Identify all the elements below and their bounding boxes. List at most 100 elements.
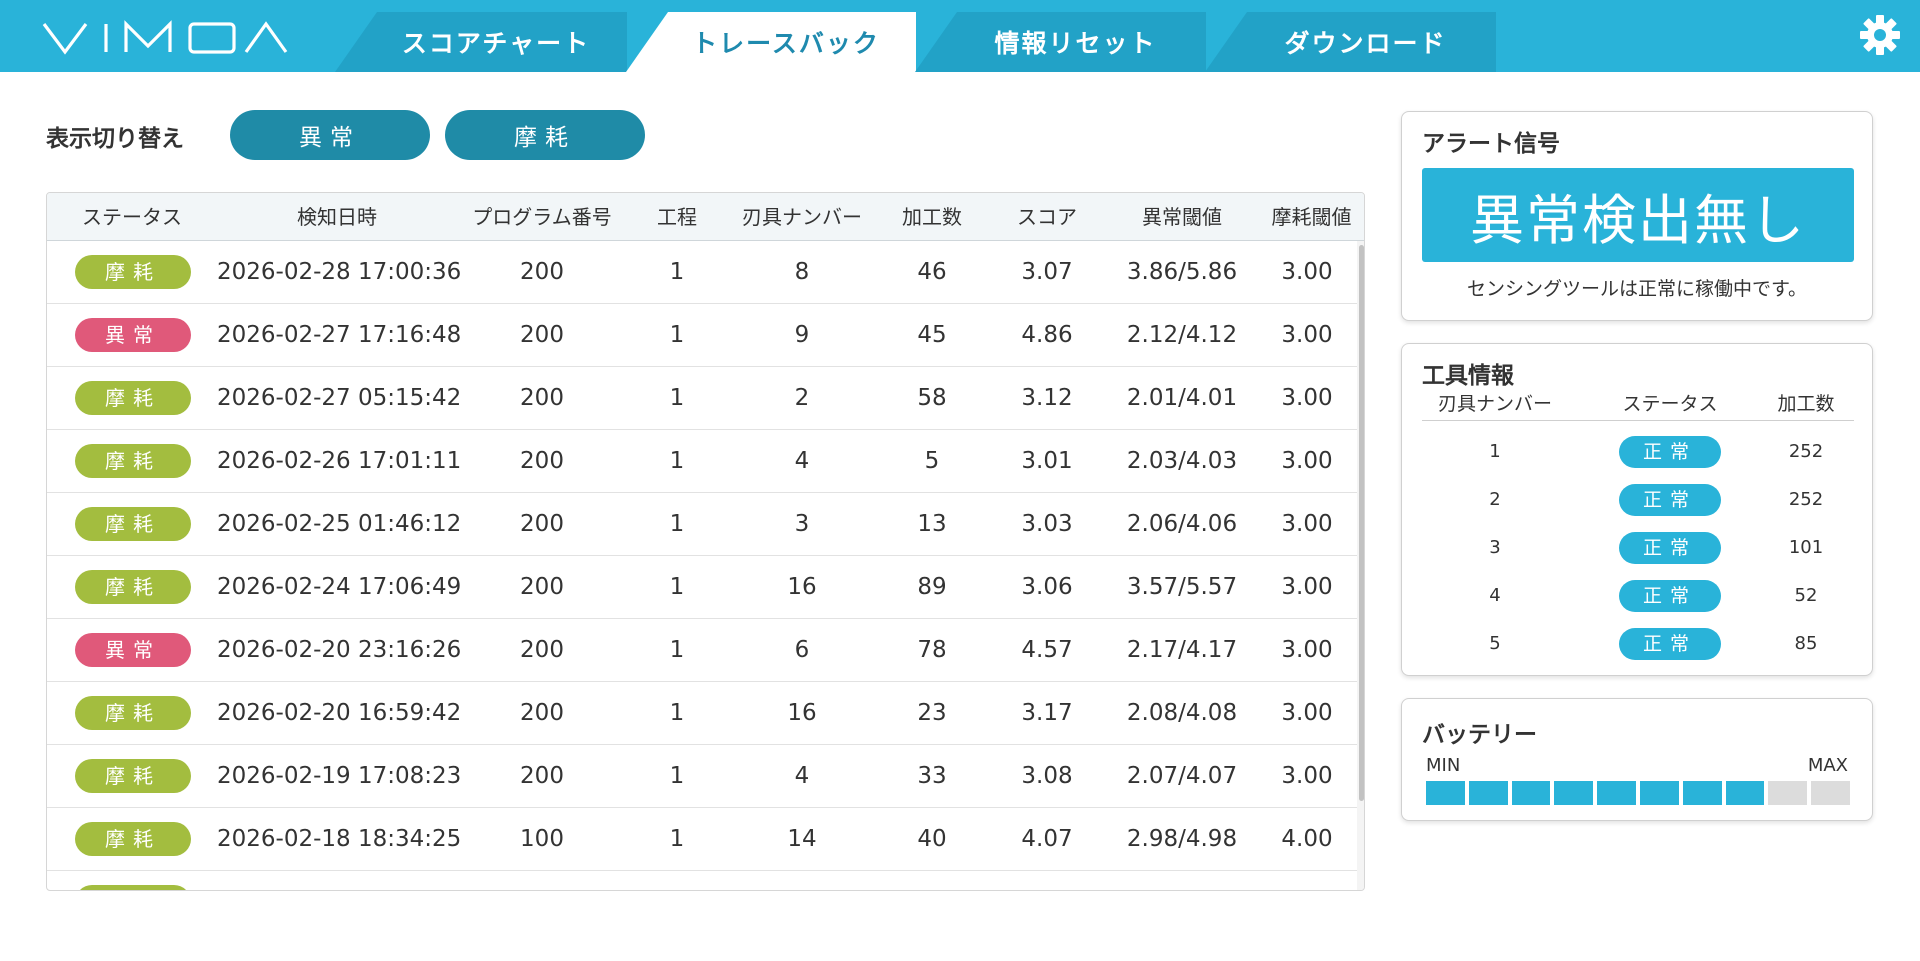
table-row[interactable]: 摩耗 2026-02-26 17:01:11 200 1 4 5 3.01 2.03/4.03… <box>47 430 1357 493</box>
alert-panel-title: アラート信号 <box>1422 131 1560 157</box>
tool-number: 1 <box>1489 441 1501 462</box>
gear-icon[interactable] <box>1858 13 1902 57</box>
wear-filter-button[interactable]: 摩耗 <box>445 110 645 160</box>
cell-wear-threshold: 3.00 <box>1281 385 1333 411</box>
column-header-process[interactable]: 工程 <box>627 193 727 241</box>
tool-status-badge: 正常 <box>1619 628 1721 660</box>
cell-wear-threshold <box>1257 871 1357 890</box>
cell-score: 4.86 <box>1021 322 1073 348</box>
cell-process: 1 <box>669 826 685 852</box>
status-badge-wear: 摩耗 <box>75 885 191 890</box>
tool-number: 3 <box>1489 537 1501 558</box>
tab-info-reset[interactable]: 情報リセット <box>915 12 1206 72</box>
cell-datetime: 2026-02-27 17:16:48 <box>217 322 462 348</box>
cell-wear-threshold: 3.00 <box>1281 637 1333 663</box>
cell-count: 13 <box>917 511 947 537</box>
cell-anomaly-threshold: 3.57/5.57 <box>1126 574 1238 600</box>
tool-row: 4 正常 52 <box>1402 572 1872 620</box>
divider <box>1422 420 1854 421</box>
tab-traceback[interactable]: トレースバック <box>626 12 916 72</box>
traceback-table: ステータス 検知日時 プログラム番号 工程 刃具ナンバー 加工数 スコア 異常閾… <box>46 192 1365 891</box>
vimoa-logo[interactable] <box>40 18 290 58</box>
column-header-wear-threshold[interactable]: 摩耗閾値 <box>1257 193 1364 241</box>
column-header-status[interactable]: ステータス <box>47 193 217 241</box>
tool-count: 252 <box>1788 489 1824 510</box>
cell-tool-number: 8 <box>794 259 810 285</box>
column-header-count[interactable]: 加工数 <box>877 193 987 241</box>
cell-tool-number: 2 <box>794 385 810 411</box>
battery-panel: バッテリー MIN MAX <box>1401 698 1873 821</box>
cell-tool-number: 3 <box>794 511 810 537</box>
cell-count: 40 <box>917 826 947 852</box>
cell-program: 200 <box>520 511 564 537</box>
cell-count: 33 <box>917 763 947 789</box>
cell-anomaly-threshold: 2.17/4.17 <box>1126 637 1238 663</box>
cell-wear-threshold: 3.00 <box>1281 763 1333 789</box>
cell-datetime: 2026-02-18 18:34:25 <box>217 826 462 852</box>
tab-score-chart[interactable]: スコアチャート <box>335 12 627 72</box>
table-row[interactable]: 摩耗 <box>47 871 1357 890</box>
table-row[interactable]: 摩耗 2026-02-20 16:59:42 200 1 16 23 3.17 2.08/4.… <box>47 682 1357 745</box>
cell-program: 200 <box>520 385 564 411</box>
cell-count <box>877 871 987 890</box>
column-header-program[interactable]: プログラム番号 <box>457 193 627 241</box>
tool-status-badge: 正常 <box>1619 532 1721 564</box>
table-body[interactable]: 摩耗 2026-02-28 17:00:36 200 1 8 46 3.07 3.86/5.8… <box>47 241 1357 890</box>
view-toggle-label: 表示切り替え <box>46 126 184 152</box>
table-row[interactable]: 摩耗 2026-02-27 05:15:42 200 1 2 58 3.12 2.01/4.0… <box>47 367 1357 430</box>
table-row[interactable]: 異常 2026-02-20 23:16:26 200 1 6 78 4.57 2.17/4.1… <box>47 619 1357 682</box>
cell-process <box>627 871 727 890</box>
cell-anomaly-threshold: 2.08/4.08 <box>1126 700 1238 726</box>
cell-tool-number: 4 <box>794 448 810 474</box>
cell-score: 4.07 <box>1021 826 1073 852</box>
tab-label: トレースバック <box>692 29 880 58</box>
table-row[interactable]: 摩耗 2026-02-19 17:08:23 200 1 4 33 3.08 2.07/4.0… <box>47 745 1357 808</box>
tab-download[interactable]: ダウンロード <box>1205 12 1496 72</box>
column-header-score[interactable]: スコア <box>987 193 1107 241</box>
status-badge-wear: 摩耗 <box>75 822 191 856</box>
cell-count: 5 <box>924 448 940 474</box>
cell-process: 1 <box>669 763 685 789</box>
cell-process: 1 <box>669 259 685 285</box>
status-badge-wear: 摩耗 <box>75 696 191 730</box>
cell-wear-threshold: 3.00 <box>1281 574 1333 600</box>
tool-status-badge: 正常 <box>1619 580 1721 612</box>
cell-tool-number: 16 <box>787 574 817 600</box>
cell-anomaly-threshold: 2.03/4.03 <box>1126 448 1238 474</box>
cell-datetime: 2026-02-19 17:08:23 <box>217 763 462 789</box>
tool-status-badge: 正常 <box>1619 484 1721 516</box>
anomaly-filter-button[interactable]: 異常 <box>230 110 430 160</box>
table-scrollbar[interactable] <box>1357 241 1364 890</box>
cell-tool-number: 9 <box>794 322 810 348</box>
cell-process: 1 <box>669 637 685 663</box>
cell-tool-number: 16 <box>787 700 817 726</box>
cell-datetime: 2026-02-27 05:15:42 <box>217 385 462 411</box>
table-row[interactable]: 摩耗 2026-02-28 17:00:36 200 1 8 46 3.07 3.86/5.8… <box>47 241 1357 304</box>
cell-anomaly-threshold: 2.07/4.07 <box>1126 763 1238 789</box>
table-row[interactable]: 摩耗 2026-02-24 17:06:49 200 1 16 89 3.06 3.57/5.… <box>47 556 1357 619</box>
battery-segment-filled <box>1682 781 1722 805</box>
table-row[interactable]: 異常 2026-02-27 17:16:48 200 1 9 45 4.86 2.12/4.1… <box>47 304 1357 367</box>
cell-program: 200 <box>520 574 564 600</box>
column-header-anomaly-threshold[interactable]: 異常閾値 <box>1107 193 1257 241</box>
table-row[interactable]: 摩耗 2026-02-18 18:34:25 100 1 14 40 4.07 2.98/4.… <box>47 808 1357 871</box>
cell-wear-threshold: 3.00 <box>1281 259 1333 285</box>
cell-program: 200 <box>520 763 564 789</box>
tool-status-badge: 正常 <box>1619 436 1721 468</box>
status-badge-wear: 摩耗 <box>75 759 191 793</box>
column-header-datetime[interactable]: 検知日時 <box>217 193 457 241</box>
battery-segment-filled <box>1725 781 1765 805</box>
tool-number: 5 <box>1489 633 1501 654</box>
cell-datetime: 2026-02-20 16:59:42 <box>217 700 462 726</box>
table-row[interactable]: 摩耗 2026-02-25 01:46:12 200 1 3 13 3.03 2.06/4.0… <box>47 493 1357 556</box>
tool-column-count: 加工数 <box>1777 393 1835 415</box>
scrollbar-thumb[interactable] <box>1359 245 1364 801</box>
battery-title: バッテリー <box>1422 722 1537 748</box>
status-badge-anomaly: 異常 <box>75 318 191 352</box>
battery-segment-filled <box>1426 781 1465 805</box>
column-header-tool-number[interactable]: 刃具ナンバー <box>727 193 877 241</box>
tool-column-number: 刃具ナンバー <box>1437 393 1552 415</box>
cell-program: 200 <box>520 448 564 474</box>
cell-program: 200 <box>520 322 564 348</box>
cell-process: 1 <box>669 511 685 537</box>
